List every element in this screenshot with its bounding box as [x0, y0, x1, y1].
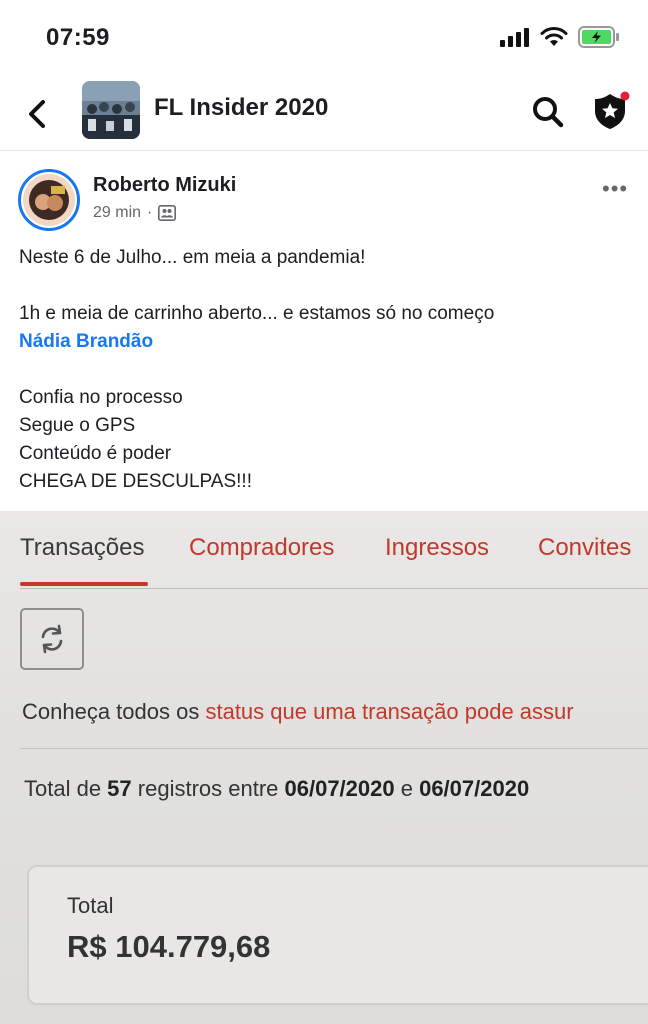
summary-prefix: Total de — [24, 776, 108, 801]
total-card: Total R$ 104.779,68 — [27, 865, 648, 1005]
status-info-link: status que uma transação pode assur — [205, 699, 574, 724]
total-label: Total — [67, 893, 114, 918]
group-nav-bar: FL Insider 2020 — [0, 78, 648, 151]
author-avatar[interactable] — [18, 169, 80, 231]
post-meta: 29 min · — [93, 204, 177, 222]
post-line: Confia no processo — [19, 387, 183, 408]
post-photo[interactable]: Transações Compradores Ingressos Convite… — [0, 511, 648, 1024]
date-start: 06/07/2020 — [284, 776, 395, 801]
admin-badge-icon[interactable] — [590, 90, 632, 132]
tab-transacoes: Transações — [20, 534, 145, 561]
refresh-icon — [41, 624, 63, 654]
tab-ingressos: Ingressos — [385, 534, 490, 561]
tabs-divider — [20, 588, 648, 589]
post-line: Segue o GPS — [19, 415, 136, 436]
records-summary: Total de 57 registros entre 06/07/2020 e… — [24, 776, 529, 802]
status-info-text: Conheça todos os status que uma transaçã… — [22, 699, 574, 725]
post-line: Neste 6 de Julho... em meia a pandemia! — [19, 247, 366, 268]
section-divider — [20, 748, 648, 749]
post-time[interactable]: 29 min — [93, 204, 141, 222]
post-line: 1h e meia de carrinho aberto... e estamo… — [19, 303, 495, 324]
post-line: CHEGA DE DESCULPAS!!! — [19, 471, 252, 492]
post-header: Roberto Mizuki 29 min · ••• — [0, 150, 648, 240]
search-icon[interactable] — [530, 94, 566, 130]
avatar-image — [23, 174, 75, 226]
post-more-options-icon[interactable]: ••• — [602, 176, 628, 202]
refresh-button — [20, 608, 84, 670]
meta-separator: · — [147, 204, 153, 221]
post-body: Neste 6 de Julho... em meia a pandemia! … — [19, 244, 629, 496]
active-tab-indicator — [20, 582, 148, 586]
dashboard-tabs: Transações Compradores Ingressos Convite… — [0, 511, 648, 591]
signal-icon — [500, 28, 529, 47]
status-bar: 07:59 — [0, 0, 648, 78]
total-value: R$ 104.779,68 — [67, 929, 271, 964]
group-cover-thumbnail[interactable] — [82, 81, 140, 139]
post-line: Conteúdo é poder — [19, 443, 172, 464]
group-audience-icon — [158, 205, 177, 221]
summary-and: e — [394, 776, 420, 801]
status-icons — [500, 26, 620, 48]
post-mention-link[interactable]: Nádia Brandão — [19, 328, 629, 356]
records-count: 57 — [107, 776, 132, 801]
status-time: 07:59 — [46, 24, 110, 51]
battery-charging-icon — [578, 26, 619, 48]
tab-compradores: Compradores — [189, 534, 335, 561]
summary-middle: registros entre — [131, 776, 285, 801]
date-end: 06/07/2020 — [419, 776, 530, 801]
back-chevron-icon[interactable] — [22, 94, 54, 134]
group-title[interactable]: FL Insider 2020 — [154, 94, 328, 122]
post-author-name[interactable]: Roberto Mizuki — [93, 174, 236, 197]
wifi-icon — [540, 27, 568, 46]
info-prefix: Conheça todos os — [22, 699, 206, 724]
group-cover-image — [82, 81, 140, 139]
tab-convites: Convites — [538, 534, 632, 561]
